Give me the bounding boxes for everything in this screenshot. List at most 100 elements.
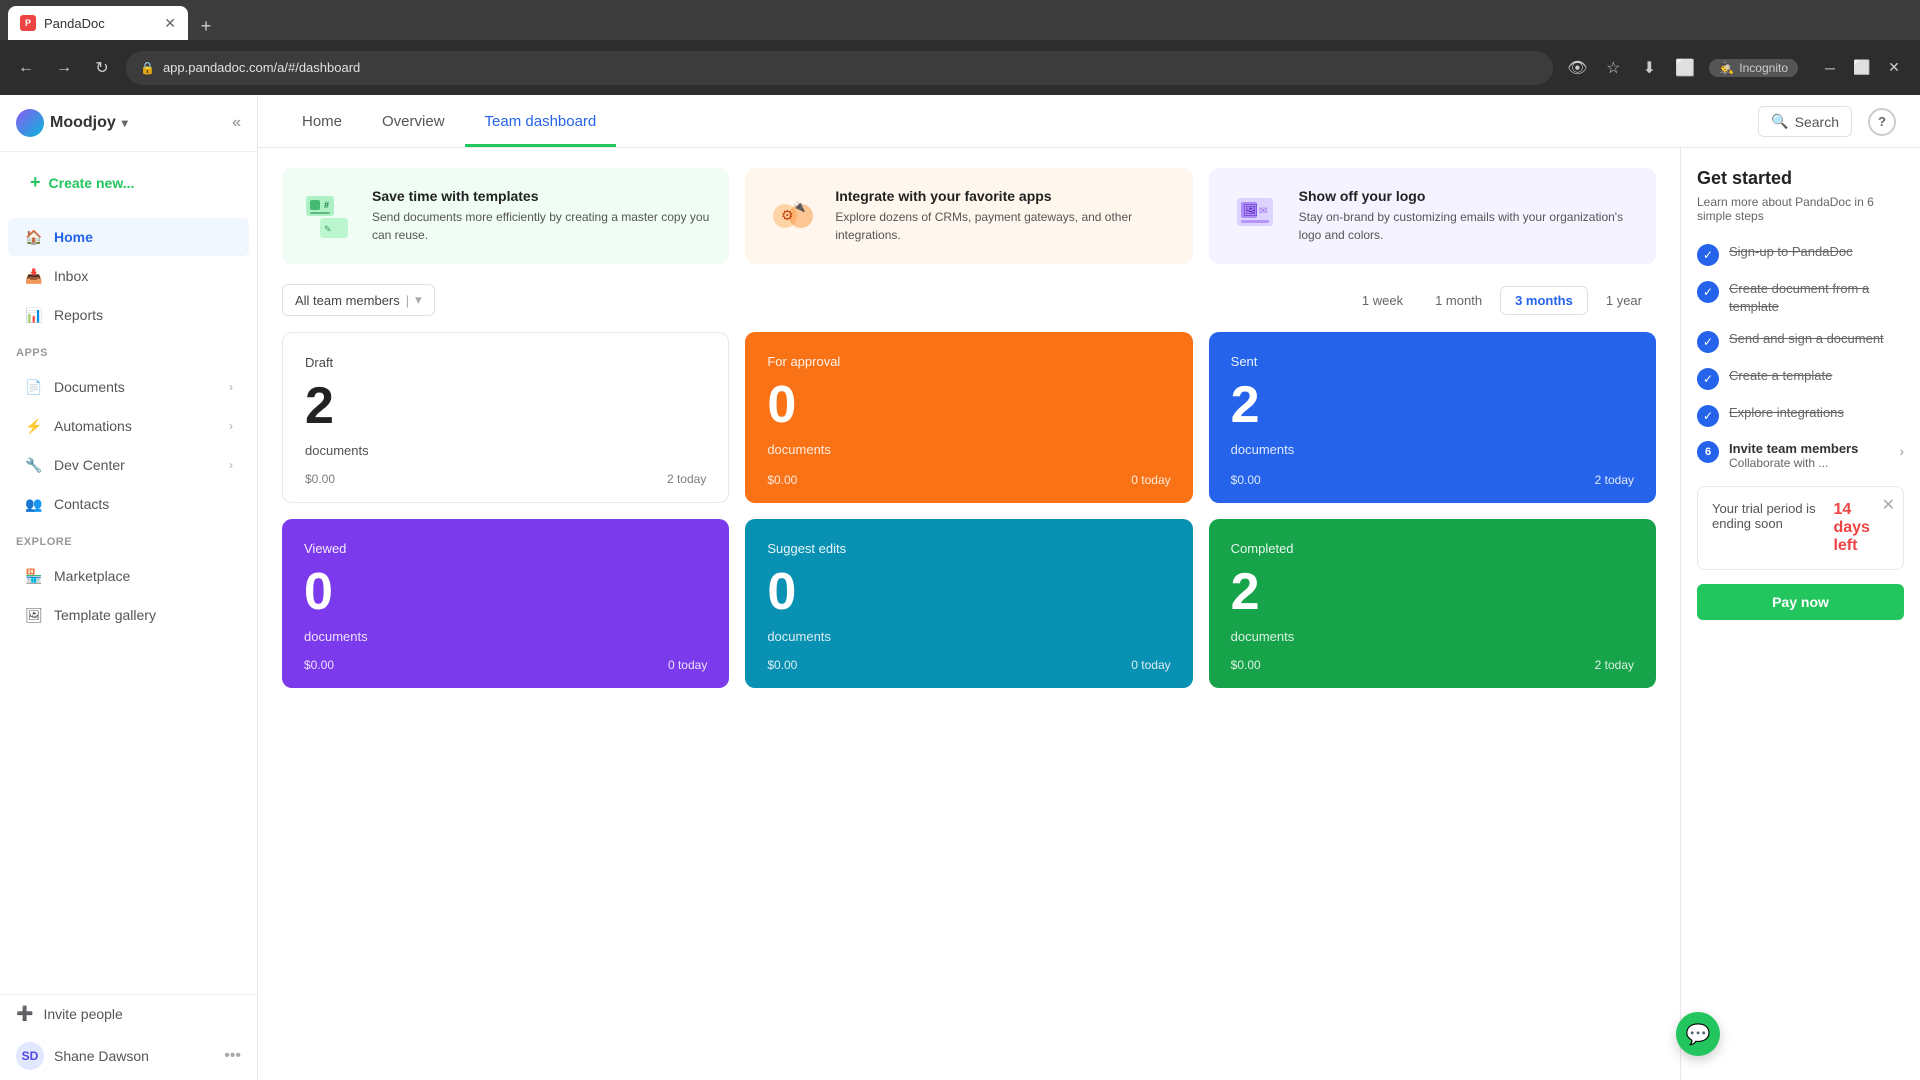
top-nav: Home Overview Team dashboard 🔍 Search ? bbox=[258, 95, 1920, 148]
extensions-icon[interactable]: ⬜ bbox=[1671, 54, 1699, 82]
promo-card-logo[interactable]: 🖼 ✉ Show off your logo Stay on-brand by … bbox=[1209, 168, 1656, 264]
stat-number-approval: 0 bbox=[767, 377, 1170, 434]
active-tab[interactable]: P PandaDoc ✕ bbox=[8, 6, 188, 40]
checkmark-icon-5: ✓ bbox=[1703, 409, 1713, 423]
filter-3-months[interactable]: 3 months bbox=[1500, 286, 1588, 315]
template-gallery-icon: 🖼 bbox=[24, 605, 44, 625]
promo-card-integrations[interactable]: ⚙ 🔌 Integrate with your favorite apps Ex… bbox=[745, 168, 1192, 264]
promo-text-templates: Save time with templates Send documents … bbox=[372, 188, 709, 244]
stat-footer-completed: $0.00 2 today bbox=[1231, 648, 1634, 672]
invite-title: Invite team members bbox=[1729, 441, 1889, 456]
check-circle-create-doc: ✓ bbox=[1697, 281, 1719, 303]
checklist-item-send-sign[interactable]: ✓ Send and sign a document bbox=[1697, 330, 1904, 353]
reload-button[interactable]: ↻ bbox=[88, 54, 116, 82]
sidebar-item-home[interactable]: 🏠 Home bbox=[8, 218, 249, 256]
stat-card-sent[interactable]: Sent 2 documents $0.00 2 today bbox=[1209, 332, 1656, 503]
browser-actions: 👁 ☆ ⬇ ⬜ bbox=[1563, 54, 1699, 82]
templates-promo-icon: # ✎ bbox=[302, 188, 358, 244]
pay-now-button[interactable]: Pay now bbox=[1697, 584, 1904, 620]
svg-text:⚙: ⚙ bbox=[781, 207, 794, 223]
stat-card-approval[interactable]: For approval 0 documents $0.00 0 today bbox=[745, 332, 1192, 503]
collapse-sidebar-button[interactable]: « bbox=[232, 114, 241, 132]
create-new-button[interactable]: + Create new... bbox=[16, 164, 241, 201]
main-nav: 🏠 Home 📥 Inbox 📊 Reports bbox=[0, 213, 257, 339]
reports-icon: 📊 bbox=[24, 305, 44, 325]
promo-text-logo: Show off your logo Stay on-brand by cust… bbox=[1299, 188, 1636, 244]
sidebar-item-dev-center[interactable]: 🔧 Dev Center › bbox=[8, 446, 249, 484]
integrations-promo-icon: ⚙ 🔌 bbox=[765, 188, 821, 244]
user-more-button[interactable]: ••• bbox=[224, 1047, 241, 1065]
org-logo bbox=[16, 109, 44, 137]
sidebar: Moodjoy ▾ « + Create new... 🏠 Home 📥 Inb… bbox=[0, 95, 258, 1080]
stat-amount-draft: $0.00 bbox=[305, 472, 335, 486]
chat-bubble-button[interactable]: 💬 bbox=[1676, 1012, 1720, 1056]
search-icon: 🔍 bbox=[1771, 113, 1788, 130]
svg-text:✉: ✉ bbox=[1259, 206, 1267, 217]
stat-today-sent: 2 today bbox=[1595, 473, 1634, 487]
invite-people-label: Invite people bbox=[43, 1006, 122, 1022]
tab-team-dashboard[interactable]: Team dashboard bbox=[465, 95, 617, 147]
filter-chevron-icon: ▾ bbox=[415, 292, 422, 308]
stat-amount-suggest: $0.00 bbox=[767, 658, 797, 672]
sidebar-item-contacts[interactable]: 👥 Contacts bbox=[8, 485, 249, 523]
sidebar-item-automations[interactable]: ⚡ Automations › bbox=[8, 407, 249, 445]
svg-text:🖼: 🖼 bbox=[1243, 203, 1258, 217]
eye-slash-icon[interactable]: 👁 bbox=[1563, 54, 1591, 82]
plus-icon: + bbox=[30, 172, 41, 193]
checklist-item-explore-integrations[interactable]: ✓ Explore integrations bbox=[1697, 404, 1904, 427]
checklist-item-create-template[interactable]: ✓ Create a template bbox=[1697, 367, 1904, 390]
invite-people-button[interactable]: ➕ Invite people bbox=[0, 995, 257, 1032]
sidebar-item-reports[interactable]: 📊 Reports bbox=[8, 296, 249, 334]
chat-icon: 💬 bbox=[1686, 1022, 1711, 1047]
tab-home[interactable]: Home bbox=[282, 95, 362, 147]
stat-card-completed[interactable]: Completed 2 documents $0.00 2 today bbox=[1209, 519, 1656, 688]
forward-button[interactable]: → bbox=[50, 54, 78, 82]
address-bar[interactable]: 🔒 app.pandadoc.com/a/#/dashboard bbox=[126, 51, 1553, 85]
content-area: # ✎ Save time with templates Send docume… bbox=[258, 148, 1680, 1080]
checklist-item-signup[interactable]: ✓ Sign-up to PandaDoc bbox=[1697, 243, 1904, 266]
checkmark-icon: ✓ bbox=[1703, 248, 1713, 262]
new-tab-button[interactable]: + bbox=[192, 12, 220, 40]
sidebar-item-dev-center-label: Dev Center bbox=[54, 457, 219, 473]
explore-section-label: EXPLORE bbox=[0, 528, 257, 552]
filter-1-week[interactable]: 1 week bbox=[1348, 286, 1417, 315]
stat-card-draft[interactable]: Draft 2 documents $0.00 2 today bbox=[282, 332, 729, 503]
sidebar-item-template-gallery[interactable]: 🖼 Template gallery bbox=[8, 596, 249, 634]
bookmark-icon[interactable]: ☆ bbox=[1599, 54, 1627, 82]
trial-text: Your trial period is ending soon bbox=[1712, 501, 1825, 531]
user-profile-button[interactable]: SD Shane Dawson ••• bbox=[0, 1032, 257, 1080]
back-button[interactable]: ← bbox=[12, 54, 40, 82]
filter-1-year[interactable]: 1 year bbox=[1592, 286, 1656, 315]
promo-card-templates[interactable]: # ✎ Save time with templates Send docume… bbox=[282, 168, 729, 264]
sidebar-item-documents[interactable]: 📄 Documents › bbox=[8, 368, 249, 406]
apps-section-label: APPS bbox=[0, 339, 257, 363]
sidebar-item-marketplace[interactable]: 🏪 Marketplace bbox=[8, 557, 249, 595]
app: Moodjoy ▾ « + Create new... 🏠 Home 📥 Inb… bbox=[0, 95, 1920, 1080]
help-button[interactable]: ? bbox=[1868, 108, 1896, 136]
get-started-subtitle: Learn more about PandaDoc in 6 simple st… bbox=[1697, 195, 1904, 223]
sidebar-item-inbox[interactable]: 📥 Inbox bbox=[8, 257, 249, 295]
page-body: # ✎ Save time with templates Send docume… bbox=[258, 148, 1920, 1080]
minimize-button[interactable]: ─ bbox=[1816, 54, 1844, 82]
stat-card-viewed[interactable]: Viewed 0 documents $0.00 0 today bbox=[282, 519, 729, 688]
stat-card-suggest-edits[interactable]: Suggest edits 0 documents $0.00 0 today bbox=[745, 519, 1192, 688]
search-button[interactable]: 🔍 Search bbox=[1758, 106, 1852, 137]
tab-overview[interactable]: Overview bbox=[362, 95, 465, 147]
stat-amount-completed: $0.00 bbox=[1231, 658, 1261, 672]
close-button[interactable]: ✕ bbox=[1880, 54, 1908, 82]
filter-1-month[interactable]: 1 month bbox=[1421, 286, 1496, 315]
right-panel: Get started Learn more about PandaDoc in… bbox=[1680, 148, 1920, 1080]
checklist-item-create-doc[interactable]: ✓ Create document from a template bbox=[1697, 280, 1904, 316]
team-member-filter[interactable]: All team members | ▾ bbox=[282, 284, 435, 316]
trial-close-button[interactable]: ✕ bbox=[1882, 495, 1895, 515]
tab-close-button[interactable]: ✕ bbox=[164, 15, 176, 32]
get-started-title: Get started bbox=[1697, 168, 1904, 189]
org-name[interactable]: Moodjoy ▾ bbox=[16, 109, 128, 137]
download-icon[interactable]: ⬇ bbox=[1635, 54, 1663, 82]
lock-icon: 🔒 bbox=[140, 61, 155, 75]
invite-team-item[interactable]: 6 Invite team members Collaborate with .… bbox=[1697, 441, 1904, 470]
inbox-icon: 📥 bbox=[24, 266, 44, 286]
incognito-icon: 🕵 bbox=[1719, 61, 1734, 75]
maximize-button[interactable]: ⬜ bbox=[1848, 54, 1876, 82]
contacts-icon: 👥 bbox=[24, 494, 44, 514]
